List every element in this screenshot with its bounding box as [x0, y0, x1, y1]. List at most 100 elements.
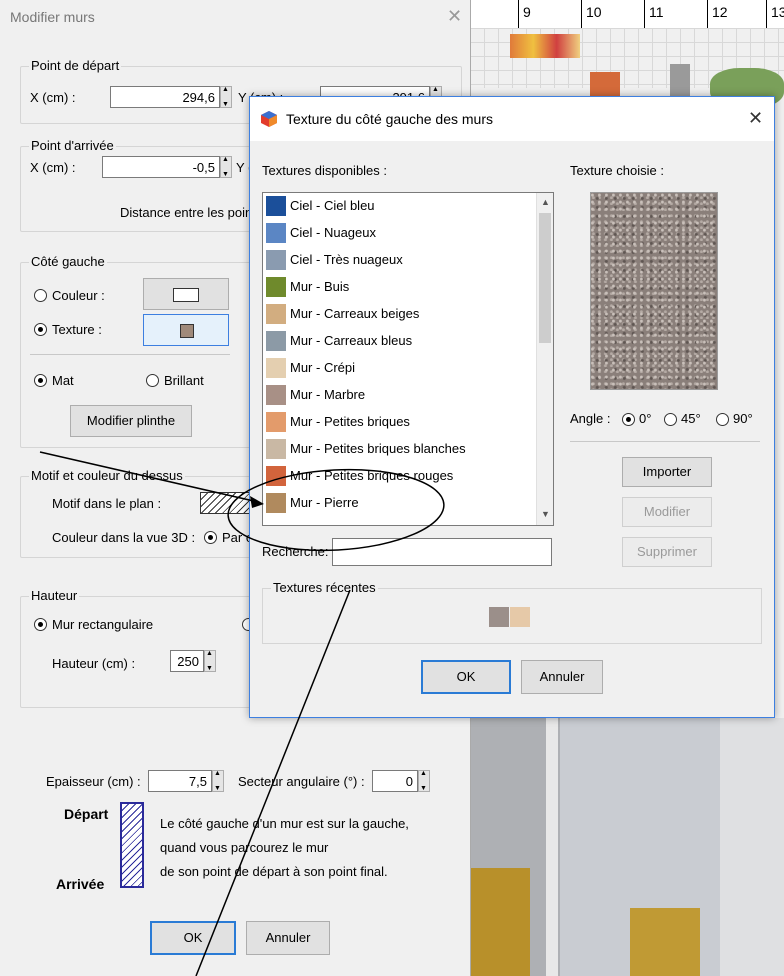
color-button[interactable] [143, 278, 229, 310]
list-item[interactable]: Ciel - Très nuageux [265, 248, 533, 275]
rect-wall-radio[interactable] [34, 618, 47, 631]
ruler-tick [644, 0, 645, 28]
start-x-stepper[interactable] [220, 86, 232, 108]
ruler-label: 9 [523, 4, 531, 20]
list-item[interactable]: Mur - Carreaux beiges [265, 302, 533, 329]
group-label: Motif et couleur du dessus [29, 468, 185, 483]
color-label: Couleur : [52, 288, 105, 303]
ruler-label: 11 [649, 4, 664, 20]
end-x-stepper[interactable] [220, 156, 232, 178]
arc-stepper[interactable] [418, 770, 430, 792]
3d-view[interactable] [470, 718, 784, 976]
color-radio[interactable] [34, 289, 47, 302]
list-item[interactable]: Mur - Carreaux bleus [265, 329, 533, 356]
texture-dialog: Texture du côté gauche des murs ✕ Textur… [249, 96, 775, 718]
chevron-down-icon[interactable]: ▼ [541, 509, 550, 519]
import-button[interactable]: Importer [622, 457, 712, 487]
cancel-button[interactable]: Annuler [246, 921, 330, 955]
texture-swatch [266, 385, 286, 405]
angle-0-label: 0° [639, 411, 652, 426]
texture-list[interactable]: Ciel - Ciel bleu Ciel - Nuageux Ciel - T… [262, 192, 554, 526]
group-label: Hauteur [29, 588, 80, 603]
texture-swatch [266, 196, 286, 216]
search-label: Recherche: [262, 544, 329, 559]
list-item-label: Ciel - Très nuageux [290, 252, 403, 267]
texture-dialog-title: Texture du côté gauche des murs [286, 111, 494, 127]
recent-texture-swatch[interactable] [510, 607, 530, 627]
angle-label: Angle : [570, 411, 611, 426]
list-item[interactable]: Mur - Buis [265, 275, 533, 302]
list-item-label: Ciel - Nuageux [290, 225, 376, 240]
pattern-label: Motif dans le plan : [52, 496, 162, 511]
close-icon[interactable]: ✕ [447, 6, 462, 27]
sweet-home-icon [261, 111, 277, 127]
list-scrollbar[interactable]: ▲ ▼ [536, 193, 553, 525]
height-input[interactable]: 250 [170, 650, 204, 672]
end-x-label: X (cm) : [30, 160, 76, 175]
delete-button[interactable]: Supprimer [622, 537, 712, 567]
distance-label: Distance entre les point [120, 205, 256, 220]
cancel-button[interactable]: Annuler [521, 660, 603, 694]
list-item-label: Mur - Petites briques blanches [290, 441, 466, 456]
list-item-label: Mur - Carreaux bleus [290, 333, 413, 348]
list-item[interactable]: Mur - Pierre [265, 491, 533, 518]
thickness-stepper[interactable] [212, 770, 224, 792]
modify-button[interactable]: Modifier [622, 497, 712, 527]
angle-45-radio[interactable] [664, 413, 677, 426]
explanation-line: de son point de départ à son point final… [160, 864, 388, 879]
3d-color-option: Par c [222, 530, 253, 545]
texture-swatch [266, 412, 286, 432]
matte-radio[interactable] [34, 374, 47, 387]
height-stepper[interactable] [204, 650, 216, 672]
arc-input[interactable]: 0 [372, 770, 418, 792]
list-item[interactable]: Ciel - Ciel bleu [265, 194, 533, 221]
pattern-swatch[interactable] [200, 492, 250, 514]
list-item-label: Mur - Petites briques [290, 414, 410, 429]
list-item[interactable]: Mur - Crépi [265, 356, 533, 383]
ruler-label: 10 [586, 4, 602, 20]
angle-0-radio[interactable] [622, 413, 635, 426]
list-item-label: Mur - Crépi [290, 360, 356, 375]
texture-swatch [266, 439, 286, 459]
texture-swatch [266, 331, 286, 351]
recent-texture-swatch[interactable] [489, 607, 509, 627]
list-item[interactable]: Ciel - Nuageux [265, 221, 533, 248]
modify-baseboard-button[interactable]: Modifier plinthe [70, 405, 192, 437]
list-item[interactable]: Mur - Petites briques [265, 410, 533, 437]
chosen-texture-preview [590, 192, 718, 390]
chosen-label: Texture choisie : [570, 163, 664, 178]
ok-button[interactable]: OK [421, 660, 511, 694]
list-item[interactable]: Mur - Petites briques rouges [265, 464, 533, 491]
3d-bench [470, 868, 530, 976]
ok-button[interactable]: OK [150, 921, 236, 955]
texture-swatch [180, 324, 194, 338]
list-item[interactable]: Mur - Petites briques blanches [265, 437, 533, 464]
thickness-label: Epaisseur (cm) : [46, 774, 141, 789]
3d-column [546, 718, 558, 976]
ruler-label: 13 [771, 4, 784, 20]
furniture-block[interactable] [510, 34, 580, 58]
list-item[interactable]: Mur - Marbre [265, 383, 533, 410]
ruler-tick [707, 0, 708, 28]
3d-color-radio[interactable] [204, 531, 217, 544]
ruler-tick [766, 0, 767, 28]
ruler-label: 12 [712, 4, 728, 20]
close-icon[interactable]: ✕ [748, 108, 763, 129]
matte-label: Mat [52, 373, 74, 388]
scrollbar-thumb[interactable] [539, 213, 551, 343]
texture-swatch [266, 223, 286, 243]
start-text: Départ [64, 806, 109, 822]
texture-radio[interactable] [34, 323, 47, 336]
shiny-radio[interactable] [146, 374, 159, 387]
search-input[interactable] [332, 538, 552, 566]
angle-90-radio[interactable] [716, 413, 729, 426]
plan-ruler: 9 10 11 12 13 [470, 0, 784, 29]
start-x-input[interactable]: 294,6 [110, 86, 220, 108]
group-label: Point d'arrivée [29, 138, 116, 153]
ruler-tick [518, 0, 519, 28]
end-x-input[interactable]: -0,5 [102, 156, 220, 178]
list-item-label: Mur - Buis [290, 279, 350, 294]
texture-button[interactable] [143, 314, 229, 346]
thickness-input[interactable]: 7,5 [148, 770, 212, 792]
chevron-up-icon[interactable]: ▲ [541, 197, 550, 207]
